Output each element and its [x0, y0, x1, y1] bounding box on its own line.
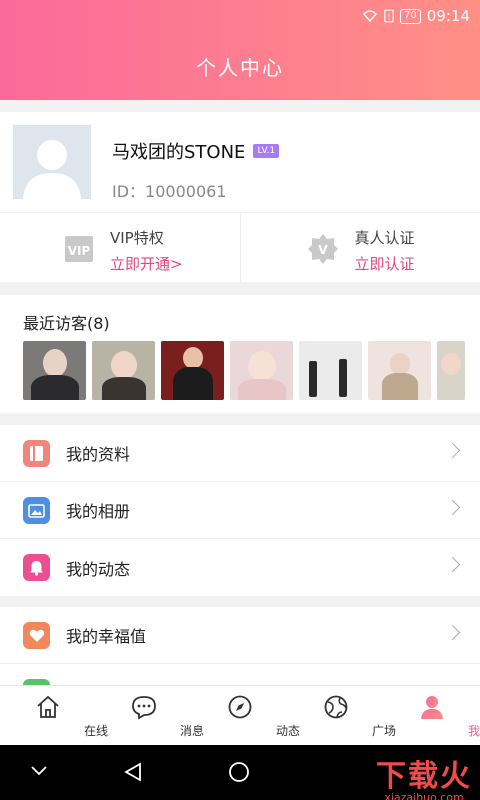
profile-book-icon — [23, 440, 50, 467]
visitor-photo[interactable] — [230, 341, 293, 400]
header-bar: ! 70 09:14 个人中心 — [0, 0, 480, 100]
menu-label: 我的相册 — [66, 502, 131, 521]
vip-icon: VIP — [65, 236, 93, 262]
real-person-verify[interactable]: V 真人认证 立即认证 — [239, 213, 480, 282]
verify-label: 真人认证 — [354, 229, 415, 247]
watermark: 下载火 xiazaihuo.com — [376, 751, 472, 800]
watermark-main: 下载火 — [376, 759, 472, 794]
menu-item-my-album[interactable]: 我的相册 — [0, 482, 480, 539]
user-id: ID：10000061 — [112, 182, 227, 201]
chevron-right-icon — [444, 624, 461, 641]
menu-label: 我的动态 — [66, 559, 131, 579]
chevron-right-icon — [444, 556, 461, 573]
avatar[interactable] — [13, 125, 91, 199]
visitor-photo[interactable] — [368, 341, 431, 400]
user-name: 马戏团的STONE — [112, 142, 246, 163]
verify-now-link[interactable]: 立即认证 — [355, 253, 415, 274]
chevron-right-icon — [444, 499, 461, 516]
tab-square[interactable]: 广场 — [288, 686, 396, 745]
menu-item-my-profile[interactable]: 我的资料 — [0, 425, 480, 482]
heart-icon — [23, 622, 50, 649]
person-icon — [421, 696, 443, 719]
vip-privilege[interactable]: VIP VIP特权 立即开通> — [0, 213, 240, 282]
menu-label: 我的资料 — [66, 445, 131, 464]
wifi-icon — [363, 10, 378, 23]
visitor-photo[interactable] — [299, 341, 362, 400]
vip-label: VIP特权 — [110, 229, 164, 247]
tab-messages[interactable]: 消息 — [96, 686, 204, 745]
svg-text:V: V — [318, 243, 328, 257]
profile-card[interactable]: 马戏团的STONE LV.1 ID：10000061 — [0, 112, 480, 212]
compass-icon — [228, 695, 252, 719]
globe-icon — [324, 695, 348, 719]
visitor-photo[interactable] — [161, 341, 224, 400]
back-triangle-icon[interactable] — [122, 761, 144, 783]
menu-item-my-moments[interactable]: 我的动态 — [0, 539, 480, 596]
tab-label: 我的 — [467, 724, 480, 738]
page-title: 个人中心 — [196, 56, 284, 80]
vip-open-link[interactable]: 立即开通> — [110, 253, 183, 274]
menu-item-partial[interactable] — [0, 664, 480, 685]
clock-time: 09:14 — [426, 7, 470, 25]
menu-label: 我的幸福值 — [66, 627, 147, 646]
menu-group-profile: 我的资料 我的相册 我的动态 — [0, 425, 480, 596]
menu-group-happiness: 我的幸福值 — [0, 607, 480, 685]
name-row: 马戏团的STONE LV.1 — [112, 138, 280, 164]
privilege-row: VIP VIP特权 立即开通> V 真人认证 立即认证 — [0, 212, 480, 282]
visitors-title: 最近访客(8) — [23, 314, 110, 333]
recent-visitors: 最近访客(8) — [0, 295, 480, 413]
bell-icon — [23, 554, 50, 581]
verify-badge-icon: V — [307, 234, 338, 264]
level-badge: LV.1 — [253, 144, 280, 158]
status-bar: ! 70 09:14 — [362, 6, 470, 26]
system-nav-bar: 下载火 xiazaihuo.com — [0, 745, 480, 800]
home-icon — [37, 695, 59, 718]
visitor-list — [23, 341, 465, 400]
visitor-photo[interactable] — [437, 341, 465, 400]
home-circle-icon[interactable] — [228, 761, 250, 783]
battery-indicator: 70 — [400, 8, 421, 24]
visitor-photo[interactable] — [92, 341, 155, 400]
default-avatar-icon — [13, 125, 91, 199]
visitor-photo[interactable] — [23, 341, 86, 400]
alert-icon: ! — [384, 9, 394, 23]
tab-moments[interactable]: 动态 — [192, 686, 300, 745]
chevron-down-icon[interactable] — [30, 765, 48, 777]
tab-online[interactable]: 在线 — [0, 686, 108, 745]
watermark-sub: xiazaihuo.com — [384, 791, 464, 800]
photo-album-icon — [23, 497, 50, 524]
menu-item-happiness-value[interactable]: 我的幸福值 — [0, 607, 480, 664]
tab-mine[interactable]: 我的 — [384, 686, 480, 745]
chevron-right-icon — [444, 442, 461, 459]
chat-bubble-icon — [132, 696, 156, 720]
bottom-tab-bar: 在线 消息 动态 广场 我的 — [0, 685, 480, 745]
svg-text:!: ! — [387, 11, 390, 21]
svg-text:VIP: VIP — [68, 244, 91, 258]
